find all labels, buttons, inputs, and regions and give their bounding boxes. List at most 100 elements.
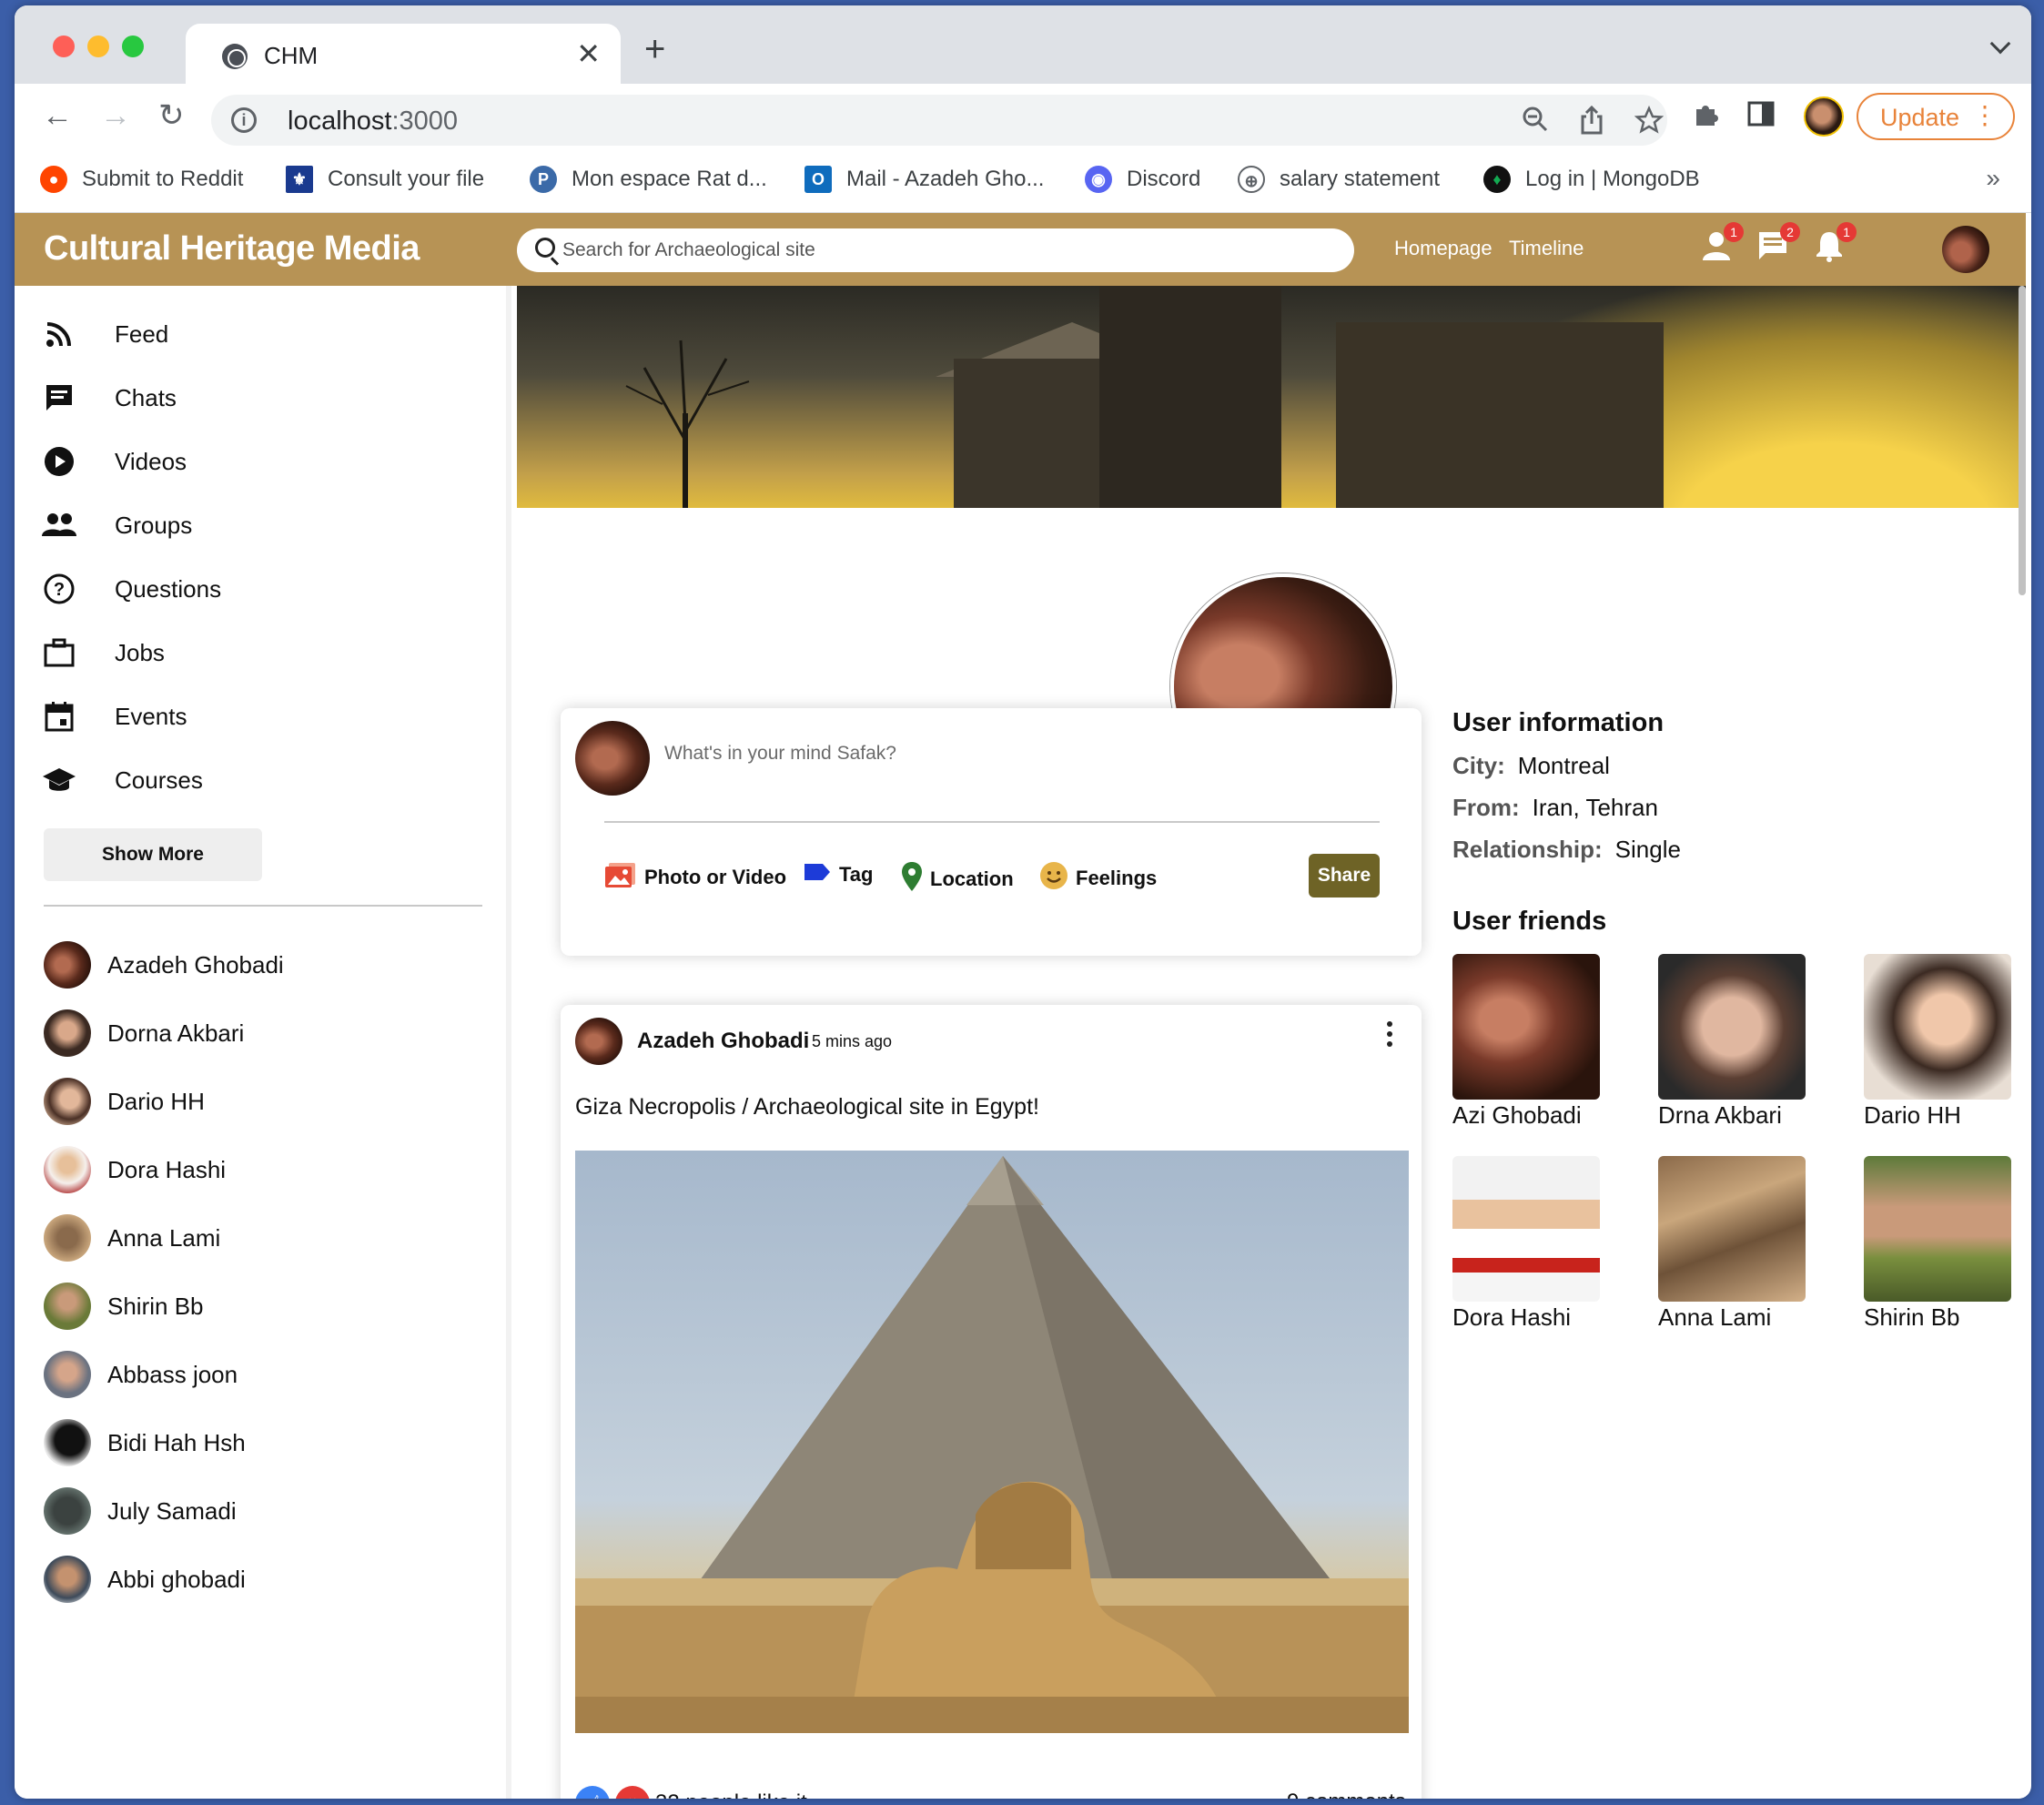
comments-link[interactable]: 9 comments	[1287, 1790, 1406, 1799]
user-info-city: City: Montreal	[1452, 752, 1610, 779]
tab-close-icon[interactable]: ✕	[576, 36, 601, 71]
search-input[interactable]	[562, 236, 1327, 265]
like-summary[interactable]: 👍︎ ♥ 32 people like it	[575, 1786, 807, 1799]
friend-photo	[1452, 954, 1600, 1100]
sidebar-friend[interactable]: Abbi ghobadi	[44, 1556, 246, 1603]
side-panel-icon[interactable]	[1747, 100, 1775, 135]
messages-button[interactable]: 2	[1756, 222, 1800, 269]
sidebar-friend[interactable]: Shirin Bb	[44, 1283, 204, 1330]
reload-button[interactable]: ↻	[158, 100, 185, 131]
avatar	[44, 1146, 91, 1193]
more-bookmarks-icon[interactable]: »	[1986, 164, 2000, 193]
sidebar-friend[interactable]: Dario HH	[44, 1078, 205, 1125]
sidebar-item-jobs[interactable]: Jobs	[42, 635, 165, 670]
photo-video-option[interactable]: Photo or Video	[604, 861, 786, 894]
user-info-relationship: Relationship: Single	[1452, 836, 1681, 863]
sidebar-item-questions[interactable]: ? Questions	[42, 572, 221, 606]
sidebar-friend[interactable]: Abbass joon	[44, 1351, 238, 1398]
sidebar-friend[interactable]: Dora Hashi	[44, 1146, 226, 1193]
status-input[interactable]	[664, 743, 1374, 765]
browser-toolbar: ← → ↻ i localhost:3000 Update ⋮	[15, 84, 2031, 149]
bookmark-item[interactable]: ⊕ salary statement	[1238, 166, 1440, 193]
bookmark-item[interactable]: ⚜ Consult your file	[286, 166, 484, 193]
sidebar-item-videos[interactable]: Videos	[42, 444, 187, 479]
new-tab-button[interactable]: +	[644, 29, 665, 70]
app-page: Cultural Heritage Media Homepage Timelin…	[15, 213, 2026, 1799]
tab-search-chevron-icon[interactable]	[1989, 33, 2011, 55]
avatar	[44, 1556, 91, 1603]
bookmark-item[interactable]: P Mon espace Rat d...	[530, 166, 767, 193]
browser-profile-avatar[interactable]	[1804, 96, 1844, 137]
sidebar-friend[interactable]: July Samadi	[44, 1487, 237, 1535]
site-info-icon[interactable]: i	[231, 107, 257, 133]
discord-icon: ◉	[1085, 166, 1112, 193]
thumbs-up-icon[interactable]: 👍︎	[575, 1786, 610, 1799]
calendar-icon	[42, 699, 76, 734]
sidebar-friend[interactable]: Anna Lami	[44, 1214, 220, 1262]
sidebar-friend[interactable]: Azadeh Ghobadi	[44, 941, 284, 989]
play-circle-icon	[42, 444, 76, 479]
forward-button[interactable]: →	[100, 100, 131, 131]
sidebar-item-chats[interactable]: Chats	[42, 380, 177, 415]
browser-tab[interactable]: CHM ✕	[186, 24, 621, 87]
sidebar-item-groups[interactable]: Groups	[42, 508, 192, 543]
bookmark-item[interactable]: ♦ Log in | MongoDB	[1483, 166, 1700, 193]
sidebar-friend[interactable]: Bidi Hah Hsh	[44, 1419, 246, 1466]
post-text: Giza Necropolis / Archaeological site in…	[575, 1094, 1039, 1120]
user-avatar[interactable]	[1942, 226, 1989, 273]
smiley-icon	[1039, 861, 1068, 896]
share-button[interactable]: Share	[1309, 854, 1380, 897]
sidebar-item-events[interactable]: Events	[42, 699, 187, 734]
zoom-icon[interactable]	[1522, 106, 1549, 140]
friend-card[interactable]: Shirin Bb	[1864, 1156, 2011, 1332]
url-text[interactable]: localhost:3000	[288, 106, 458, 137]
minimize-window-button[interactable]	[87, 35, 109, 57]
post-image[interactable]	[575, 1151, 1409, 1733]
more-vert-icon[interactable]	[1387, 1021, 1394, 1051]
tag-option[interactable]: Tag	[803, 861, 873, 888]
friend-card[interactable]: Dario HH	[1864, 954, 2011, 1130]
extensions-puzzle-icon[interactable]	[1691, 100, 1720, 137]
sidebar-item-courses[interactable]: Courses	[42, 763, 203, 797]
sidebar-item-feed[interactable]: Feed	[42, 317, 168, 351]
post-author[interactable]: Azadeh Ghobadi	[637, 1029, 809, 1054]
search-bar[interactable]	[517, 228, 1354, 272]
friend-photo	[1864, 1156, 2011, 1302]
address-bar[interactable]: i localhost:3000	[211, 95, 1667, 146]
avatar[interactable]	[575, 1018, 622, 1065]
bookmark-item[interactable]: O Mail - Azadeh Gho...	[804, 166, 1044, 193]
bookmark-item[interactable]: ● Submit to Reddit	[40, 166, 243, 193]
location-pin-icon	[901, 861, 923, 897]
friend-requests-badge: 1	[1724, 222, 1744, 242]
post-card: Azadeh Ghobadi 5 mins ago Giza Necropoli…	[561, 1005, 1422, 1799]
friend-card[interactable]: Drna Akbari	[1658, 954, 1806, 1130]
notifications-button[interactable]: 1	[1813, 222, 1857, 269]
maximize-window-button[interactable]	[122, 35, 144, 57]
homepage-link[interactable]: Homepage	[1394, 237, 1493, 260]
bookmarks-bar: ● Submit to Reddit ⚜ Consult your file P Mo…	[15, 149, 2031, 213]
heart-icon[interactable]: ♥	[615, 1786, 650, 1799]
bookmark-star-icon[interactable]	[1634, 105, 1665, 142]
back-button[interactable]: ←	[42, 100, 73, 131]
search-icon	[535, 238, 555, 258]
scrollbar[interactable]	[2019, 286, 2026, 595]
timeline-link[interactable]: Timeline	[1509, 237, 1584, 260]
browser-window: CHM ✕ + ← → ↻ i localhost:3000 Update ⋮ …	[15, 5, 2031, 1799]
friend-requests-button[interactable]: 1	[1700, 222, 1744, 269]
friend-card[interactable]: Azi Ghobadi	[1452, 954, 1600, 1130]
app-logo[interactable]: Cultural Heritage Media	[44, 229, 420, 269]
update-button[interactable]: Update ⋮	[1857, 93, 2015, 140]
share-page-icon[interactable]	[1578, 105, 1605, 142]
feelings-option[interactable]: Feelings	[1039, 861, 1157, 896]
sidebar-friend[interactable]: Dorna Akbari	[44, 1009, 244, 1057]
close-window-button[interactable]	[53, 35, 75, 57]
outlook-icon: O	[804, 166, 832, 193]
globe-icon	[222, 44, 248, 69]
school-icon	[42, 763, 76, 797]
show-more-button[interactable]: Show More	[44, 828, 262, 881]
cover-photo	[517, 286, 2026, 508]
friend-card[interactable]: Anna Lami	[1658, 1156, 1806, 1332]
bookmark-item[interactable]: ◉ Discord	[1085, 166, 1200, 193]
friend-card[interactable]: Dora Hashi	[1452, 1156, 1600, 1332]
location-option[interactable]: Location	[901, 861, 1014, 897]
